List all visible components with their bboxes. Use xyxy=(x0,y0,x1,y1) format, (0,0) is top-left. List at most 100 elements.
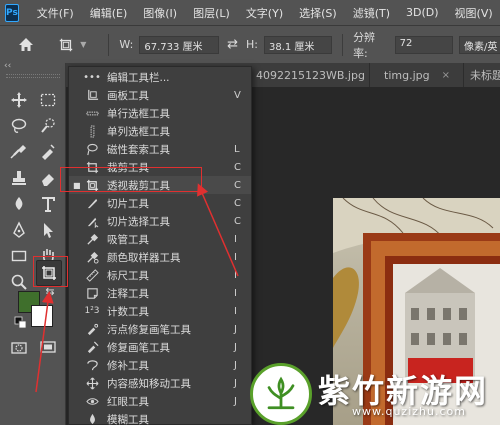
content-aware-move-icon xyxy=(84,375,100,391)
count-icon: 1²3 xyxy=(84,306,100,316)
menu-item-label: 注释工具 xyxy=(107,287,149,300)
gradient-tool-icon[interactable] xyxy=(8,193,30,215)
ruler-icon xyxy=(84,267,100,283)
menu-item-spot-healing[interactable]: 污点修复画笔工具 J xyxy=(69,320,251,338)
shortcut-key: I xyxy=(234,305,237,317)
menu-edit[interactable]: 编辑(E) xyxy=(90,5,128,21)
menu-item-label: 标尺工具 xyxy=(107,269,149,282)
shortcut-key: V xyxy=(234,89,241,101)
home-icon[interactable] xyxy=(17,36,35,54)
menu-bar: Ps 文件(F) 编辑(E) 图像(I) 图层(L) 文字(Y) 选择(S) 滤… xyxy=(0,0,500,25)
dots-icon: ••• xyxy=(83,71,101,83)
menu-item-color-sampler[interactable]: 颜色取样器工具 I xyxy=(69,248,251,266)
menu-item-magnetic-lasso[interactable]: 磁性套索工具 L xyxy=(69,140,251,158)
menu-item-single-column-marquee[interactable]: 单列选框工具 xyxy=(69,122,251,140)
slice-select-icon xyxy=(84,213,100,229)
annotation-highlight-menu-item xyxy=(60,167,202,192)
menu-item-healing-brush[interactable]: 修复画笔工具 J xyxy=(69,338,251,356)
menu-select[interactable]: 选择(S) xyxy=(299,5,337,21)
move-tool-icon[interactable] xyxy=(8,89,30,111)
resolution-label: 分辨率: xyxy=(353,30,376,60)
annotation-highlight-tool xyxy=(33,256,68,287)
eyedropper-icon xyxy=(84,231,100,247)
watermark-url: www.quzizhu.com xyxy=(352,405,466,418)
menu-item-ruler[interactable]: 标尺工具 I xyxy=(69,266,251,284)
divider xyxy=(108,33,110,56)
shortcut-key: C xyxy=(234,197,241,209)
menu-item-slice-select[interactable]: 切片选择工具 C xyxy=(69,212,251,230)
rectangle-tool-icon[interactable] xyxy=(8,245,30,267)
menu-item-red-eye[interactable]: 红眼工具 J xyxy=(69,392,251,410)
perspective-crop-preset-icon[interactable] xyxy=(55,34,76,56)
menu-item-label: 计数工具 xyxy=(107,305,149,318)
menu-item-patch[interactable]: 修补工具 J xyxy=(69,356,251,374)
stamp-tool-icon[interactable] xyxy=(8,167,30,189)
menu-item-label: 红眼工具 xyxy=(107,395,149,408)
shortcut-key: J xyxy=(234,395,237,407)
shortcut-key: C xyxy=(234,215,241,227)
pen-tool-icon[interactable] xyxy=(8,219,30,241)
collapse-panel-icon[interactable]: ‹‹ xyxy=(4,61,11,71)
menu-item-label: 内容感知移动工具 xyxy=(107,377,191,390)
single-row-marquee-icon xyxy=(84,105,100,121)
chevron-down-icon[interactable]: ▼ xyxy=(80,40,86,49)
menu-file[interactable]: 文件(F) xyxy=(37,5,74,21)
color-sampler-icon xyxy=(84,249,100,265)
shortcut-key: I xyxy=(234,251,237,263)
options-bar: ▼ W: 67.733 厘米 ⇄ H: 38.1 厘米 分辨率: 72 像素/英 xyxy=(0,25,500,63)
tab-label: timg.jpg xyxy=(384,68,430,82)
shortcut-key: J xyxy=(234,341,237,353)
close-icon[interactable]: × xyxy=(442,70,450,81)
healing-tool-icon[interactable] xyxy=(37,141,59,163)
lasso-tool-icon[interactable] xyxy=(8,115,30,137)
menu-item-blur[interactable]: 模糊工具 xyxy=(69,410,251,425)
menu-item-label: 切片工具 xyxy=(107,197,149,210)
type-tool-icon[interactable] xyxy=(37,193,59,215)
menu-item-artboard[interactable]: 画板工具 V xyxy=(69,86,251,104)
menu-filter[interactable]: 滤镜(T) xyxy=(353,5,390,21)
background-color-swatch[interactable] xyxy=(31,305,53,327)
menu-image[interactable]: 图像(I) xyxy=(143,5,177,21)
marquee-tool-icon[interactable] xyxy=(37,89,59,111)
width-field[interactable]: 67.733 厘米 xyxy=(139,35,220,54)
menu-type[interactable]: 文字(Y) xyxy=(246,5,283,21)
tab-document-3[interactable]: 未标题 xyxy=(464,63,500,87)
menu-item-edit-toolbar[interactable]: ••• 编辑工具栏... xyxy=(69,68,251,86)
menu-item-slice[interactable]: 切片工具 C xyxy=(69,194,251,212)
quick-selection-tool-icon[interactable] xyxy=(37,115,59,137)
tools-panel: ‹‹ ⇆ xyxy=(0,61,66,425)
menu-item-label: 单行选框工具 xyxy=(107,107,170,120)
screen-mode-icon[interactable] xyxy=(37,337,59,359)
crop-tool-icon[interactable] xyxy=(8,141,30,163)
menu-item-label: 单列选框工具 xyxy=(107,125,170,138)
menu-3d[interactable]: 3D(D) xyxy=(406,6,439,19)
menu-item-single-row-marquee[interactable]: 单行选框工具 xyxy=(69,104,251,122)
menu-item-count[interactable]: 1²3 计数工具 I xyxy=(69,302,251,320)
menu-item-eyedropper[interactable]: 吸管工具 I xyxy=(69,230,251,248)
menu-item-label: 画板工具 xyxy=(107,89,149,102)
resolution-field[interactable]: 72 xyxy=(394,35,454,54)
path-selection-tool-icon[interactable] xyxy=(37,219,59,241)
menu-item-note[interactable]: 注释工具 I xyxy=(69,284,251,302)
watermark-tree-logo-icon xyxy=(250,363,312,425)
shortcut-key: I xyxy=(234,269,237,281)
menu-view[interactable]: 视图(V) xyxy=(455,5,493,21)
quick-mask-icon[interactable] xyxy=(8,337,30,359)
height-field[interactable]: 38.1 厘米 xyxy=(263,35,333,54)
zoom-tool-icon[interactable] xyxy=(8,271,30,293)
shortcut-key: I xyxy=(234,287,237,299)
tab-document-1[interactable]: 4092215123WB.jpg × xyxy=(250,63,370,87)
menu-item-label: 污点修复画笔工具 xyxy=(107,323,191,336)
menu-item-label: 磁性套索工具 xyxy=(107,143,170,156)
healing-brush-icon xyxy=(84,339,100,355)
resolution-unit-select[interactable]: 像素/英 xyxy=(459,35,500,54)
menu-item-content-aware-move[interactable]: 内容感知移动工具 J xyxy=(69,374,251,392)
eraser-tool-icon[interactable] xyxy=(37,167,59,189)
shortcut-key: L xyxy=(234,143,240,155)
default-colors-icon[interactable] xyxy=(14,316,28,330)
menu-layer[interactable]: 图层(L) xyxy=(193,5,230,21)
swap-dimensions-icon[interactable]: ⇄ xyxy=(227,37,238,52)
panel-grip[interactable] xyxy=(6,74,60,78)
tab-document-2[interactable]: timg.jpg × xyxy=(370,63,464,87)
shortcut-key: J xyxy=(234,359,237,371)
